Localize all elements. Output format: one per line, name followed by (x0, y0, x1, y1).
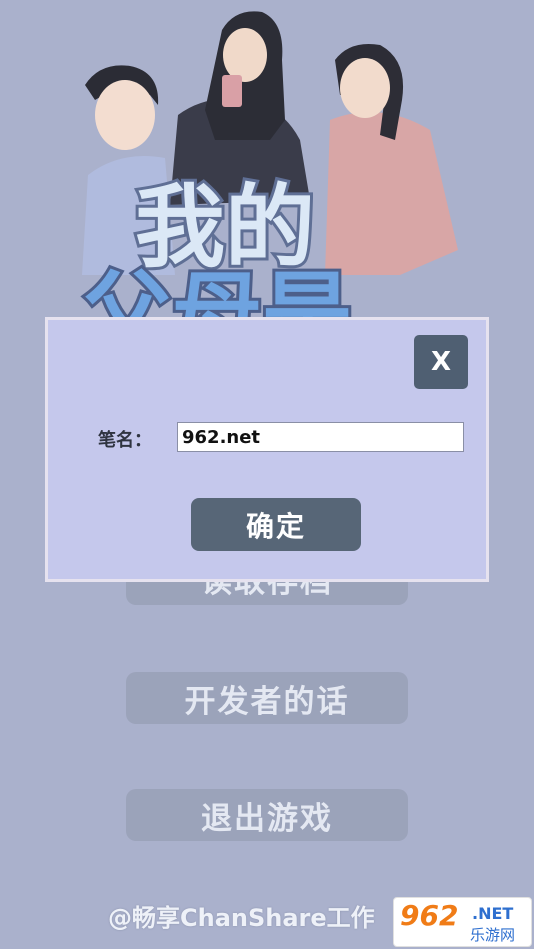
exit-game-button[interactable]: 退出游戏 (126, 789, 408, 841)
confirm-label: 确定 (245, 509, 306, 543)
watermark-site-name: 乐游网 (470, 926, 516, 944)
girl-right-figure (325, 44, 458, 275)
watermark-logo: 962 .NET 乐游网 (393, 897, 532, 947)
close-icon: X (430, 347, 452, 377)
exit-game-label: 退出游戏 (201, 800, 333, 837)
watermark-number: 962 (400, 899, 459, 932)
developer-notes-label: 开发者的话 (184, 683, 350, 720)
pen-name-dialog: X 笔名： 确定 (45, 317, 489, 582)
pen-name-input[interactable] (177, 422, 464, 452)
developer-notes-button[interactable]: 开发者的话 (126, 672, 408, 724)
close-dialog-button[interactable]: X (414, 335, 468, 389)
watermark-net: .NET (472, 904, 514, 923)
pen-name-label: 笔名： (98, 430, 152, 451)
studio-credit: @畅享ChanShare工作 (108, 904, 375, 932)
confirm-button[interactable]: 确定 (191, 498, 361, 551)
